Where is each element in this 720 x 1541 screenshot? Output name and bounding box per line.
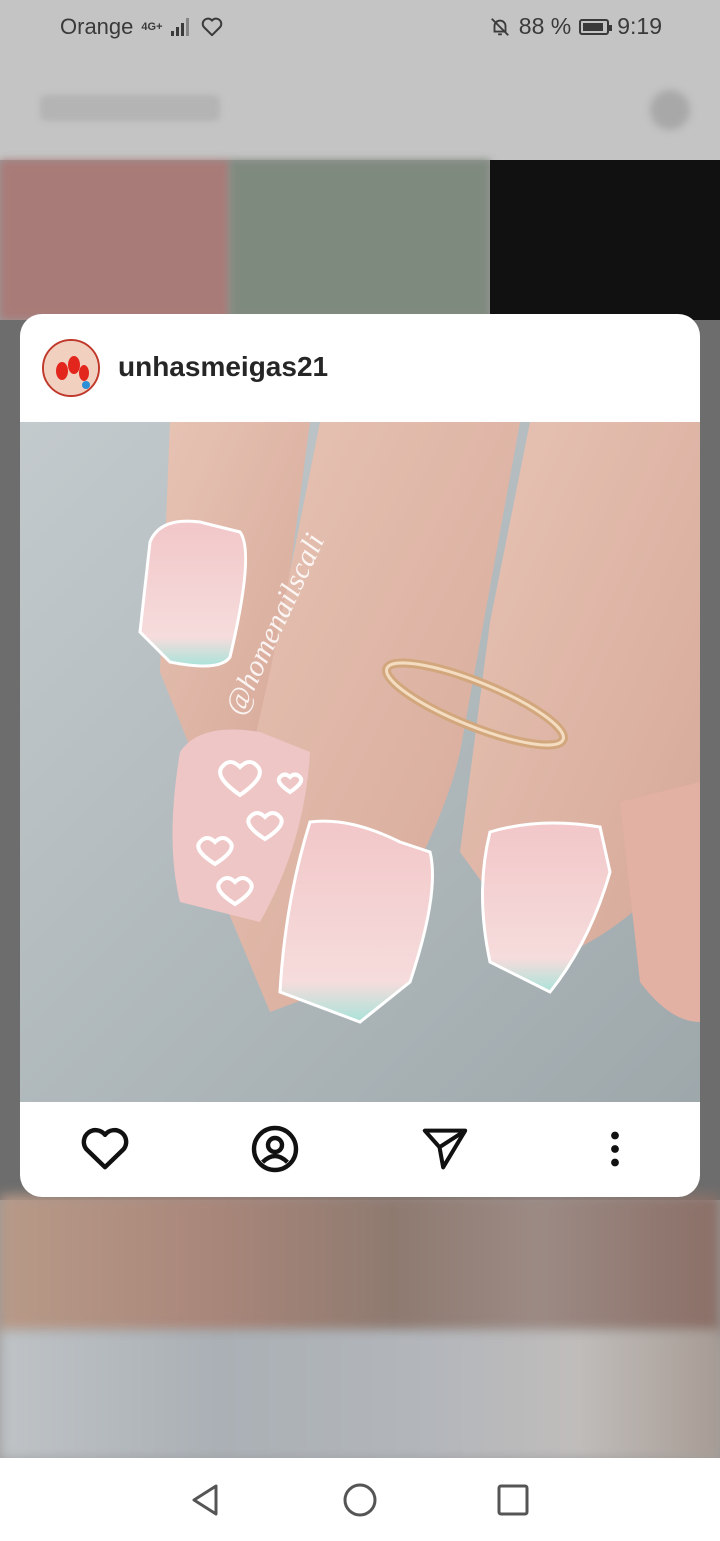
clock: 9:19	[617, 13, 662, 39]
blurred-thumb-1	[0, 160, 230, 320]
post-header: unhasmeigas21	[20, 314, 700, 422]
carrier-label: Orange	[60, 14, 134, 39]
status-bar: Orange 4G+ 88 % 9:19	[0, 0, 720, 55]
post-preview-card: unhasmeigas21 @homenailscali	[20, 314, 700, 1197]
avatar[interactable]	[42, 339, 100, 397]
nail-art-photo: @homenailscali	[20, 422, 700, 1102]
blurred-thumb-2	[230, 160, 490, 320]
blurred-thumb-3	[490, 160, 720, 320]
back-icon[interactable]	[186, 1480, 226, 1520]
mute-bell-icon	[490, 17, 509, 36]
blurred-thumb-row-1	[0, 1195, 720, 1335]
blurred-icon	[650, 90, 690, 130]
system-navigation-bar	[0, 1458, 720, 1541]
blurred-title	[40, 95, 220, 121]
battery-icon	[579, 18, 613, 35]
home-icon[interactable]	[340, 1480, 380, 1520]
avatar-image	[44, 341, 98, 395]
post-image: @homenailscali	[20, 422, 700, 1102]
profile-icon[interactable]	[250, 1124, 300, 1174]
post-actions-bar	[20, 1102, 700, 1197]
send-icon[interactable]	[420, 1124, 470, 1174]
like-heart-icon[interactable]	[80, 1124, 130, 1174]
battery-percent: 88 %	[518, 13, 572, 39]
network-type: 4G+	[141, 20, 163, 33]
blurred-thumb-row-2	[0, 1330, 720, 1460]
heart-icon	[201, 17, 222, 37]
signal-icon	[170, 18, 189, 36]
recents-icon[interactable]	[493, 1480, 533, 1520]
post-username[interactable]: unhasmeigas21	[118, 351, 328, 383]
more-options-icon[interactable]	[590, 1124, 640, 1174]
